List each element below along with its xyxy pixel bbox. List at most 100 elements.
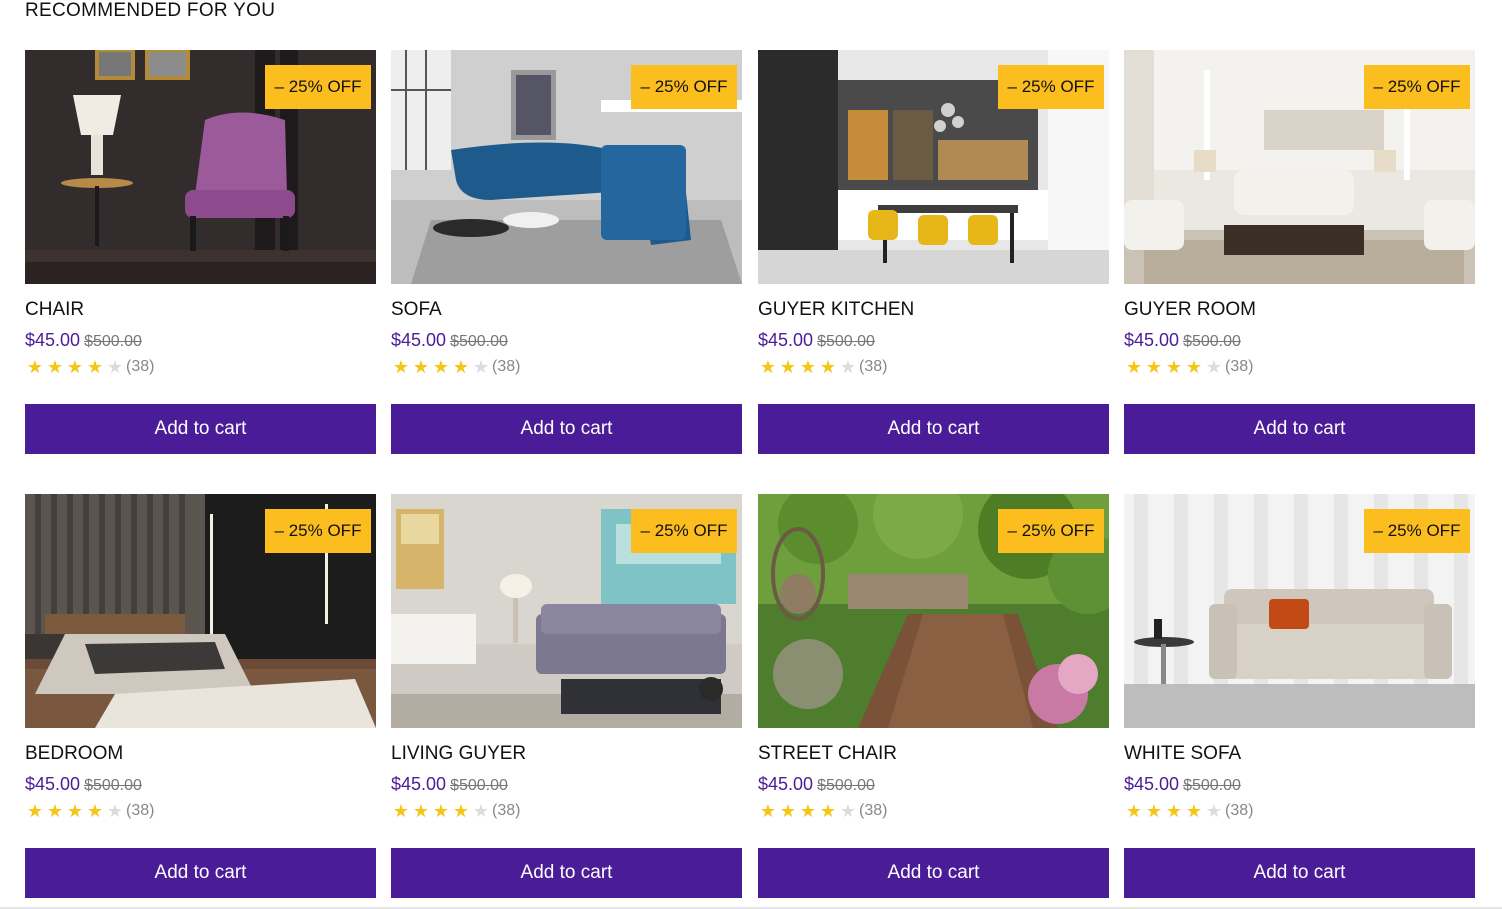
price-block: $45.00 $500.00 bbox=[758, 773, 875, 797]
product-name[interactable]: LIVING GUYER bbox=[391, 743, 526, 765]
product-name[interactable]: GUYER KITCHEN bbox=[758, 299, 914, 321]
star-icon: ★ bbox=[412, 357, 430, 377]
original-price: $500.00 bbox=[84, 777, 142, 794]
product-name[interactable]: GUYER ROOM bbox=[1124, 299, 1256, 321]
add-to-cart-button[interactable]: Add to cart bbox=[758, 848, 1109, 898]
star-empty-icon: ★ bbox=[106, 357, 124, 377]
price-block: $45.00 $500.00 bbox=[1124, 773, 1241, 797]
star-icon: ★ bbox=[432, 357, 450, 377]
star-icon: ★ bbox=[819, 801, 837, 821]
star-rating: ★ ★ ★ ★ ★ (38) bbox=[758, 801, 888, 821]
original-price: $500.00 bbox=[1183, 777, 1241, 794]
star-icon: ★ bbox=[452, 801, 470, 821]
original-price: $500.00 bbox=[817, 777, 875, 794]
original-price: $500.00 bbox=[450, 333, 508, 350]
discount-badge: – 25% OFF bbox=[998, 65, 1104, 109]
product-name[interactable]: BEDROOM bbox=[25, 743, 123, 765]
product-card: – 25% OFF BEDROOM $45.00 $500.00 ★ ★ ★ ★ ★ (38… bbox=[25, 494, 376, 898]
review-count: (38) bbox=[1225, 802, 1254, 819]
star-icon: ★ bbox=[66, 357, 84, 377]
product-name[interactable]: STREET CHAIR bbox=[758, 743, 897, 765]
discount-badge: – 25% OFF bbox=[631, 65, 737, 109]
current-price: $45.00 bbox=[25, 774, 81, 794]
star-rating: ★ ★ ★ ★ ★ (38) bbox=[391, 801, 521, 821]
product-card: – 25% OFF STREET CHAIR $45.00 $500.00 ★ ★ ★… bbox=[758, 494, 1109, 898]
current-price: $45.00 bbox=[1124, 774, 1180, 794]
star-empty-icon: ★ bbox=[839, 801, 857, 821]
star-icon: ★ bbox=[819, 357, 837, 377]
star-icon: ★ bbox=[392, 357, 410, 377]
star-icon: ★ bbox=[432, 801, 450, 821]
discount-badge: – 25% OFF bbox=[1364, 65, 1470, 109]
product-card: – 25% OFF WHITE SOFA $45.00 $500.00 ★ ★ ★ ★ ★… bbox=[1124, 494, 1475, 898]
star-icon: ★ bbox=[799, 357, 817, 377]
star-empty-icon: ★ bbox=[472, 801, 490, 821]
star-empty-icon: ★ bbox=[106, 801, 124, 821]
star-rating: ★ ★ ★ ★ ★ (38) bbox=[758, 357, 888, 377]
product-card: – 25% OFF CHAIR $45.00 $500.00 ★ ★ ★ ★ ★ (38) … bbox=[25, 50, 376, 454]
review-count: (38) bbox=[492, 802, 521, 819]
add-to-cart-button[interactable]: Add to cart bbox=[391, 848, 742, 898]
star-empty-icon: ★ bbox=[1205, 801, 1223, 821]
current-price: $45.00 bbox=[758, 330, 814, 350]
star-icon: ★ bbox=[759, 801, 777, 821]
star-rating: ★ ★ ★ ★ ★ (38) bbox=[1124, 357, 1254, 377]
original-price: $500.00 bbox=[817, 333, 875, 350]
star-icon: ★ bbox=[86, 801, 104, 821]
current-price: $45.00 bbox=[391, 774, 447, 794]
star-icon: ★ bbox=[26, 801, 44, 821]
star-empty-icon: ★ bbox=[472, 357, 490, 377]
star-icon: ★ bbox=[1165, 357, 1183, 377]
star-icon: ★ bbox=[66, 801, 84, 821]
product-name[interactable]: SOFA bbox=[391, 299, 442, 321]
star-icon: ★ bbox=[1125, 357, 1143, 377]
review-count: (38) bbox=[492, 358, 521, 375]
star-icon: ★ bbox=[1145, 801, 1163, 821]
price-block: $45.00 $500.00 bbox=[391, 773, 508, 797]
current-price: $45.00 bbox=[25, 330, 81, 350]
star-icon: ★ bbox=[46, 357, 64, 377]
star-icon: ★ bbox=[1185, 801, 1203, 821]
price-block: $45.00 $500.00 bbox=[25, 329, 142, 353]
product-card: – 25% OFF GUYER KITCHEN $45.00 $500.00 ★ ★… bbox=[758, 50, 1109, 454]
review-count: (38) bbox=[859, 358, 888, 375]
star-icon: ★ bbox=[46, 801, 64, 821]
star-icon: ★ bbox=[1145, 357, 1163, 377]
price-block: $45.00 $500.00 bbox=[391, 329, 508, 353]
review-count: (38) bbox=[859, 802, 888, 819]
original-price: $500.00 bbox=[450, 777, 508, 794]
discount-badge: – 25% OFF bbox=[998, 509, 1104, 553]
current-price: $45.00 bbox=[1124, 330, 1180, 350]
star-icon: ★ bbox=[759, 357, 777, 377]
star-rating: ★ ★ ★ ★ ★ (38) bbox=[25, 357, 155, 377]
review-count: (38) bbox=[126, 358, 155, 375]
discount-badge: – 25% OFF bbox=[265, 509, 371, 553]
add-to-cart-button[interactable]: Add to cart bbox=[391, 404, 742, 454]
price-block: $45.00 $500.00 bbox=[1124, 329, 1241, 353]
price-block: $45.00 $500.00 bbox=[758, 329, 875, 353]
section-title: RECOMMENDED FOR YOU bbox=[25, 0, 276, 21]
star-icon: ★ bbox=[779, 801, 797, 821]
add-to-cart-button[interactable]: Add to cart bbox=[1124, 404, 1475, 454]
star-icon: ★ bbox=[1185, 357, 1203, 377]
price-block: $45.00 $500.00 bbox=[25, 773, 142, 797]
star-icon: ★ bbox=[26, 357, 44, 377]
add-to-cart-button[interactable]: Add to cart bbox=[758, 404, 1109, 454]
original-price: $500.00 bbox=[1183, 333, 1241, 350]
add-to-cart-button[interactable]: Add to cart bbox=[25, 848, 376, 898]
star-icon: ★ bbox=[412, 801, 430, 821]
product-name[interactable]: CHAIR bbox=[25, 299, 84, 321]
review-count: (38) bbox=[126, 802, 155, 819]
star-icon: ★ bbox=[779, 357, 797, 377]
current-price: $45.00 bbox=[391, 330, 447, 350]
original-price: $500.00 bbox=[84, 333, 142, 350]
add-to-cart-button[interactable]: Add to cart bbox=[1124, 848, 1475, 898]
star-icon: ★ bbox=[392, 801, 410, 821]
star-icon: ★ bbox=[86, 357, 104, 377]
add-to-cart-button[interactable]: Add to cart bbox=[25, 404, 376, 454]
star-rating: ★ ★ ★ ★ ★ (38) bbox=[25, 801, 155, 821]
product-card: – 25% OFF LIVING GUYER $45.00 $500.00 ★ ★ ★… bbox=[391, 494, 742, 898]
product-card: – 25% OFF SOFA $45.00 $500.00 ★ ★ ★ ★ ★ (38) A… bbox=[391, 50, 742, 454]
star-empty-icon: ★ bbox=[1205, 357, 1223, 377]
product-name[interactable]: WHITE SOFA bbox=[1124, 743, 1241, 765]
